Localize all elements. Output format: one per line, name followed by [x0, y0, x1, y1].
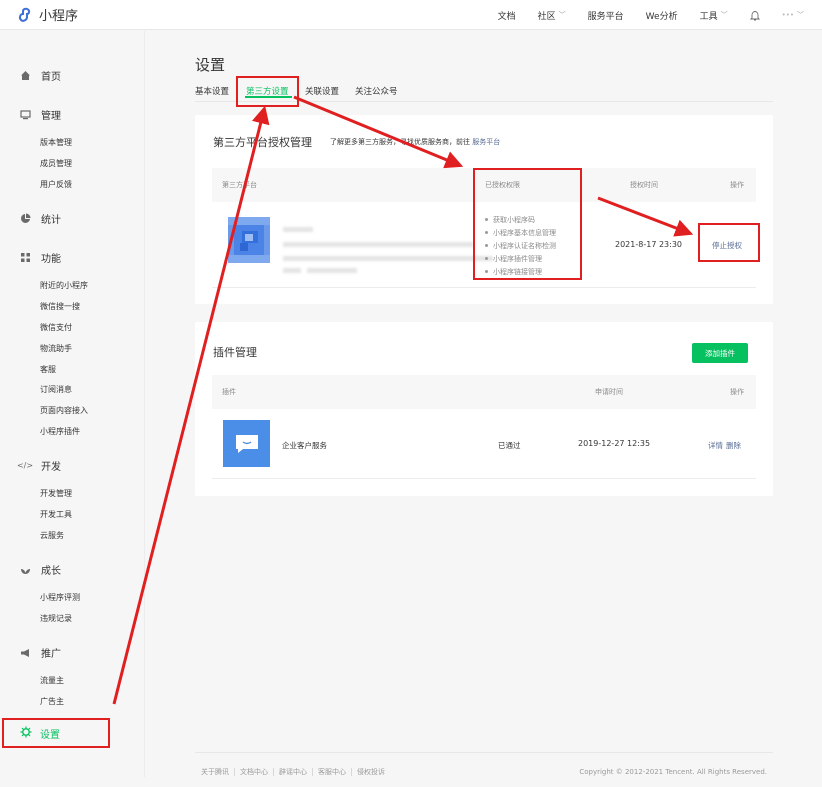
footer-links: 关于腾讯 文档中心 辟谣中心 客服中心 侵权投诉: [201, 768, 390, 776]
platform-logo-image: [228, 217, 270, 263]
sidebar-group-manage[interactable]: 管理: [19, 107, 61, 122]
sidebar-item-advertiser[interactable]: 广告主: [40, 696, 64, 707]
gear-icon: [20, 726, 32, 741]
nav-we-analysis[interactable]: We分析: [646, 9, 678, 22]
grid-icon: [19, 252, 31, 264]
nav-tools[interactable]: 工具 ﹀: [700, 9, 728, 22]
sidebar-item-eval[interactable]: 小程序评测: [40, 592, 80, 603]
sidebar-item-nearby[interactable]: 附近的小程序: [40, 280, 88, 291]
sidebar-item-dev-tools[interactable]: 开发工具: [40, 509, 72, 520]
footer: 关于腾讯 文档中心 辟谣中心 客服中心 侵权投诉 Copyright © 201…: [195, 752, 773, 782]
sidebar-item-dev-manage[interactable]: 开发管理: [40, 488, 72, 499]
sidebar-item-pay[interactable]: 微信支付: [40, 322, 72, 333]
plugin-delete-link[interactable]: 删除: [726, 441, 741, 450]
platform-desc-blurred: [283, 242, 473, 247]
home-icon: [19, 70, 31, 82]
service-platform-link[interactable]: 服务平台: [472, 138, 500, 146]
footer-link-rumor[interactable]: 辟谣中心: [274, 768, 313, 776]
logo[interactable]: 小程序: [18, 5, 78, 24]
row-divider: [212, 478, 756, 479]
col-platform: 第三方平台: [222, 181, 257, 189]
sidebar-item-settings[interactable]: 设置: [2, 718, 110, 748]
col-plugin: 插件: [222, 388, 236, 396]
plugin-card: 插件管理 添加插件 插件 申请时间 操作 企业客户服务 已通过 2019-12-…: [195, 322, 773, 496]
third-party-desc: 了解更多第三方服务，寻找优质服务商，前往 服务平台: [330, 138, 501, 146]
platform-name-blurred: [283, 227, 313, 232]
sidebar-item-content[interactable]: 页面内容接入: [40, 405, 88, 416]
chat-bubble-icon: [235, 434, 258, 453]
monitor-icon: [19, 109, 31, 121]
sidebar-item-service[interactable]: 客服: [40, 364, 56, 375]
top-nav: 文档 社区 ﹀ 服务平台 We分析 工具 ﹀ ••• ﹀: [476, 0, 804, 30]
add-plugin-button[interactable]: 添加插件: [692, 343, 748, 363]
col-actions: 操作: [730, 181, 744, 189]
sidebar-item-stats[interactable]: 统计: [19, 211, 61, 226]
col-actions: 操作: [730, 388, 744, 396]
annotation-box-permissions: [473, 168, 582, 280]
plugin-title: 插件管理: [213, 346, 257, 359]
sidebar-item-plugin[interactable]: 小程序插件: [40, 426, 80, 437]
copyright: Copyright © 2012-2021 Tencent. All Right…: [579, 768, 767, 776]
col-apply-time: 申请时间: [595, 388, 623, 396]
sidebar-group-promo[interactable]: 推广: [19, 645, 61, 660]
sidebar-item-home[interactable]: 首页: [19, 68, 61, 83]
sprout-icon: [19, 564, 31, 576]
sidebar-item-search[interactable]: 微信搜一搜: [40, 301, 80, 312]
tab-basic[interactable]: 基本设置: [195, 85, 229, 97]
sidebar-group-dev[interactable]: </> 开发: [16, 458, 61, 473]
plugin-status: 已通过: [498, 441, 521, 450]
nav-service-platform[interactable]: 服务平台: [588, 9, 624, 22]
avatar: •••: [781, 11, 794, 19]
account-menu[interactable]: ••• ﹀: [782, 10, 804, 20]
platform-meta-blurred: [283, 268, 301, 273]
app-title: 小程序: [39, 9, 79, 24]
col-auth-time: 授权时间: [630, 181, 658, 189]
sidebar-item-feedback[interactable]: 用户反馈: [40, 179, 72, 190]
annotation-box-stop: [698, 223, 760, 262]
platform-meta-blurred: [307, 268, 357, 273]
pie-chart-icon: [19, 213, 31, 225]
sidebar-item-version[interactable]: 版本管理: [40, 137, 72, 148]
bell-icon: [749, 10, 760, 20]
footer-link-support[interactable]: 客服中心: [313, 768, 352, 776]
plugin-name: 企业客户服务: [282, 441, 327, 450]
sidebar-item-subscribe[interactable]: 订阅消息: [40, 384, 72, 395]
top-bar: 小程序 文档 社区 ﹀ 服务平台 We分析 工具 ﹀ ••• ﹀: [0, 0, 822, 30]
plugin-detail-link[interactable]: 详情: [708, 441, 723, 450]
plugin-apply-time: 2019-12-27 12:35: [578, 439, 651, 448]
nav-community[interactable]: 社区 ﹀: [538, 9, 566, 22]
footer-link-docs[interactable]: 文档中心: [235, 768, 274, 776]
miniprogram-logo-icon: [18, 7, 31, 22]
notification-button[interactable]: [749, 10, 760, 21]
annotation-box-tab: [236, 76, 299, 107]
auth-time: 2021-8-17 23:30: [615, 240, 682, 249]
plugin-actions: 详情 删除: [708, 440, 744, 451]
page-title: 设置: [195, 56, 226, 74]
sidebar-item-traffic[interactable]: 流量主: [40, 675, 64, 686]
third-party-title: 第三方平台授权管理: [213, 136, 312, 149]
megaphone-icon: [19, 647, 31, 659]
sidebar-group-features[interactable]: 功能: [19, 250, 61, 265]
sidebar: 首页 管理 版本管理 成员管理 用户反馈 统计 功能 附近的小程序 微信搜一搜 …: [0, 31, 145, 777]
platform-desc-blurred: [283, 256, 493, 261]
footer-link-about[interactable]: 关于腾讯: [201, 768, 235, 776]
chevron-down-icon: ﹀: [797, 11, 804, 19]
sidebar-item-cloud[interactable]: 云服务: [40, 530, 64, 541]
footer-link-complaint[interactable]: 侵权投诉: [352, 768, 390, 776]
plugin-icon: [223, 420, 270, 467]
code-icon: </>: [16, 461, 34, 470]
tab-linked[interactable]: 关联设置: [305, 85, 339, 97]
sidebar-group-growth[interactable]: 成长: [19, 562, 61, 577]
platform-logo: [228, 217, 270, 263]
chevron-down-icon: ﹀: [558, 11, 566, 19]
chevron-down-icon: ﹀: [720, 11, 728, 19]
row-divider: [212, 287, 756, 288]
nav-docs[interactable]: 文档: [498, 9, 516, 22]
sidebar-item-logistics[interactable]: 物流助手: [40, 343, 72, 354]
tab-follow-account[interactable]: 关注公众号: [355, 85, 398, 97]
sidebar-item-members[interactable]: 成员管理: [40, 158, 72, 169]
plugin-table-header: 插件 申请时间 操作: [212, 375, 756, 409]
sidebar-item-violations[interactable]: 违规记录: [40, 613, 72, 624]
